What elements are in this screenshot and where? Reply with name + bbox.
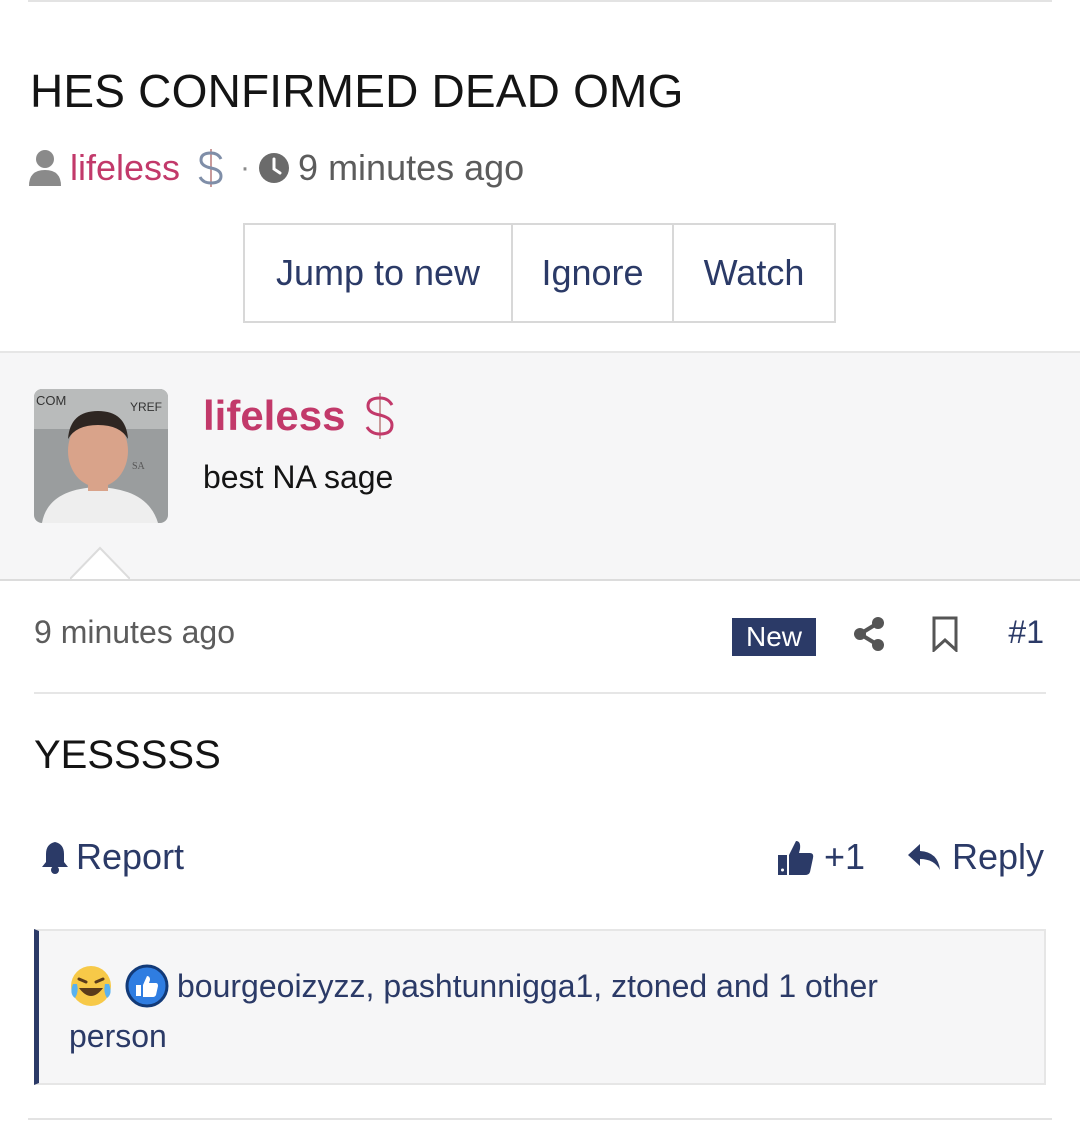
share-icon[interactable] <box>852 616 886 652</box>
jump-to-new-button[interactable]: Jump to new <box>245 225 513 321</box>
user-icon <box>29 150 61 186</box>
post-username: lifeless <box>203 391 397 441</box>
reply-icon <box>907 844 940 870</box>
post-divider <box>34 692 1046 694</box>
post-actions: Report +1 Reply <box>40 834 1044 884</box>
post-body: YESSSSS <box>34 733 221 777</box>
post-number-link[interactable]: #1 <box>1008 614 1044 651</box>
dollar-icon <box>198 149 223 187</box>
new-badge: New <box>732 618 816 656</box>
post-author-link[interactable]: lifeless <box>203 392 345 440</box>
meta-separator: · <box>240 151 251 184</box>
top-divider <box>28 0 1052 2</box>
svg-text:COM: COM <box>36 393 66 408</box>
bookmark-icon[interactable] <box>932 616 958 652</box>
svg-text:YREF: YREF <box>130 400 162 414</box>
bell-icon <box>42 842 68 874</box>
like-count: +1 <box>824 836 866 877</box>
dollar-icon <box>366 393 394 439</box>
report-label: Report <box>76 836 185 877</box>
thread-title: HES CONFIRMED DEAD OMG <box>30 65 684 117</box>
thread-time: 9 minutes ago <box>298 147 525 188</box>
post-user-panel: COM YREF SA lifeless best NA sage <box>0 351 1080 581</box>
panel-caret <box>70 546 130 579</box>
watch-button[interactable]: Watch <box>674 225 834 321</box>
reactions-users[interactable]: bourgeoizyzz, pashtunnigga1, ztoned and … <box>69 961 969 1061</box>
thread-meta: lifeless · 9 minutes ago <box>28 146 524 190</box>
thumbs-up-icon <box>778 841 814 875</box>
thread-action-buttons: Jump to new Ignore Watch <box>243 223 836 323</box>
post-meta-bar: 9 minutes ago New #1 <box>34 600 1044 674</box>
like-button[interactable]: +1 <box>776 836 865 878</box>
reactions-bar[interactable]: bourgeoizyzz, pashtunnigga1, ztoned and … <box>34 929 1046 1085</box>
reply-label: Reply <box>951 836 1044 877</box>
bottom-divider <box>28 1118 1052 1120</box>
svg-text:SA: SA <box>132 461 146 472</box>
reply-button[interactable]: Reply <box>906 836 1044 878</box>
clock-icon <box>259 153 290 183</box>
report-button[interactable]: Report <box>40 836 184 878</box>
ignore-button[interactable]: Ignore <box>513 225 674 321</box>
thread-author-link[interactable]: lifeless <box>70 147 180 189</box>
avatar[interactable]: COM YREF SA <box>34 389 168 523</box>
user-title: best NA sage <box>203 459 394 495</box>
post-time[interactable]: 9 minutes ago <box>34 614 235 651</box>
